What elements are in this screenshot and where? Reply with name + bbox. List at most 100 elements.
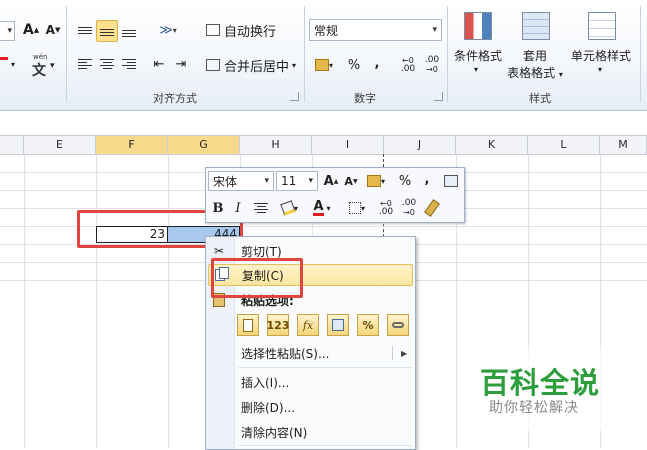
menu-item-paste-special[interactable]: 选择性粘贴(S)... ▶ — [206, 342, 415, 364]
phonetic-char: 文 — [32, 63, 46, 79]
paste-formatting-icon[interactable]: % — [357, 314, 379, 336]
column-header-g[interactable]: G — [168, 136, 240, 154]
column-header-i[interactable]: I — [312, 136, 384, 154]
align-right-button[interactable] — [120, 56, 138, 72]
wrap-text-icon — [206, 24, 220, 36]
divider — [66, 6, 67, 102]
mini-grow-font-button[interactable]: A ▲ — [322, 171, 340, 191]
cell-styles-button[interactable]: 单元格样式 ▾ — [566, 8, 636, 84]
font-color-partial[interactable] — [0, 57, 8, 60]
mini-decrease-decimal-button[interactable]: .00 →0 — [399, 198, 419, 218]
number-format-combo[interactable]: 常规 ▾ — [309, 19, 442, 41]
dec-decimal-label: .00 — [424, 55, 440, 65]
mini-format-painter-icon[interactable] — [442, 172, 460, 190]
align-left-button[interactable] — [76, 56, 94, 72]
grow-font-button[interactable]: A ▲ — [22, 20, 40, 40]
paste-link-icon[interactable] — [387, 314, 409, 336]
watermark-title: 百科全说 — [480, 366, 601, 400]
mini-font-color-button[interactable]: A ▾ — [308, 198, 336, 218]
accounting-format-button[interactable]: ▾ — [312, 55, 336, 75]
paste-values-icon[interactable]: 123 — [267, 314, 289, 336]
alignment-group-label: 对齐方式 — [153, 92, 197, 105]
mini-format-painter-button[interactable] — [422, 198, 442, 218]
shrink-font-button[interactable]: A ▼ — [44, 20, 62, 40]
gridline — [168, 154, 169, 448]
increase-decimal-button[interactable]: ←0.00 — [398, 55, 418, 75]
paste-transpose-icon[interactable] — [327, 314, 349, 336]
divider — [304, 6, 305, 102]
paintbrush-icon — [424, 199, 440, 217]
orientation-icon[interactable]: ≫ ▾ — [154, 20, 182, 40]
cell-styles-icon — [588, 12, 616, 40]
menu-item-clear-contents[interactable]: 清除内容(N) — [206, 421, 415, 443]
alignment-dialog-launcher[interactable] — [290, 92, 299, 101]
mini-accounting-button[interactable]: ▾ — [364, 171, 388, 191]
number-group-label: 数字 — [354, 92, 376, 105]
paste-formulas-icon[interactable]: fx — [297, 314, 319, 336]
increase-indent-button[interactable]: ⇥ — [172, 55, 190, 73]
menu-separator — [238, 367, 413, 368]
menu-item-delete-label: 删除(D)... — [241, 400, 296, 415]
font-size-combo-partial[interactable]: ▾ — [0, 21, 15, 41]
column-header-j[interactable]: J — [384, 136, 456, 154]
currency-icon — [366, 175, 381, 187]
column-header-l[interactable]: L — [528, 136, 600, 154]
menu-separator — [238, 445, 413, 446]
align-top-button[interactable] — [76, 21, 94, 39]
submenu-arrow-icon: ▶ — [401, 348, 408, 358]
mini-center-align-button[interactable] — [252, 200, 270, 216]
column-header-corner[interactable] — [0, 136, 24, 154]
decrease-decimal-button[interactable]: .00 →0 — [422, 55, 442, 75]
column-header-e[interactable]: E — [24, 136, 96, 154]
column-header-h[interactable]: H — [240, 136, 312, 154]
merge-center-icon — [206, 59, 220, 71]
conditional-formatting-label: 条件格式 — [453, 49, 502, 63]
format-as-table-button[interactable]: 套用 表格格式 ▾ — [504, 8, 566, 84]
column-header-m[interactable]: M — [600, 136, 647, 154]
number-dialog-launcher[interactable] — [434, 92, 443, 101]
align-middle-button[interactable] — [96, 20, 118, 42]
align-bottom-button[interactable] — [120, 21, 138, 39]
mini-font-size-combo[interactable]: 11 ▾ — [276, 171, 318, 191]
formula-bar-area — [0, 111, 647, 135]
wrap-text-button[interactable]: 自动换行 — [206, 20, 278, 40]
mini-italic-button[interactable]: I — [230, 198, 246, 218]
column-header-f[interactable]: F — [96, 136, 168, 154]
mini-font-name: 宋体 — [213, 174, 238, 189]
menu-item-cut-label: 剪切(T) — [241, 244, 282, 259]
font-color-dropdown[interactable]: ▾ — [9, 57, 17, 71]
mini-increase-decimal-button[interactable]: ←0.00 — [376, 198, 396, 218]
mini-fill-color-button[interactable]: ▾ — [276, 198, 304, 218]
cell-styles-label: 单元格样式 — [570, 49, 631, 63]
mini-percent-button[interactable]: % — [396, 171, 414, 191]
paste-default-icon[interactable] — [237, 314, 259, 336]
ribbon: ▾ A ▲ A ▼ ▾ wén 文 ▾ ≫ ▾ 自动换行 ⇤ ⇥ 合并后居中 ▾ 对齐… — [0, 0, 647, 111]
mini-font-name-combo[interactable]: 宋体 ▾ — [208, 171, 274, 191]
decrease-indent-button[interactable]: ⇤ — [150, 55, 168, 73]
number-format-value: 常规 — [314, 23, 339, 38]
inc-decimal-label: .00 — [400, 64, 416, 74]
comma-style-button[interactable]: , — [370, 53, 384, 73]
percent-style-button[interactable]: % — [345, 55, 363, 75]
mini-shrink-font-button[interactable]: A ▼ — [342, 171, 360, 191]
conditional-formatting-button[interactable]: 条件格式 ▾ — [450, 8, 506, 84]
column-header-k[interactable]: K — [456, 136, 528, 154]
font-color-icon: A — [313, 199, 324, 216]
merge-center-button[interactable]: 合并后居中 ▾ — [206, 55, 298, 75]
menu-item-clear-label: 清除内容(N) — [241, 425, 308, 440]
merge-center-label: 合并后居中 — [224, 59, 290, 75]
column-headers: E F G H I J K L M — [0, 135, 647, 155]
watermark-logo: 百科全说 助你轻松解决 — [462, 350, 622, 430]
phonetic-button[interactable]: wén 文 ▾ — [28, 53, 58, 79]
menu-item-insert-label: 插入(I)... — [241, 375, 290, 390]
mini-font-size: 11 — [281, 174, 297, 188]
align-center-button[interactable] — [98, 56, 116, 72]
menu-item-delete[interactable]: 删除(D)... — [206, 396, 415, 418]
mini-bold-button[interactable]: B — [210, 198, 226, 218]
menu-item-insert[interactable]: 插入(I)... — [206, 371, 415, 393]
mini-inc-decimal-label: .00 — [378, 207, 394, 217]
mini-comma-button[interactable]: , — [420, 169, 434, 189]
styles-group-label: 样式 — [529, 92, 551, 105]
menu-item-paste-special-label: 选择性粘贴(S)... — [241, 346, 330, 361]
mini-borders-button[interactable]: ▾ — [344, 198, 370, 218]
